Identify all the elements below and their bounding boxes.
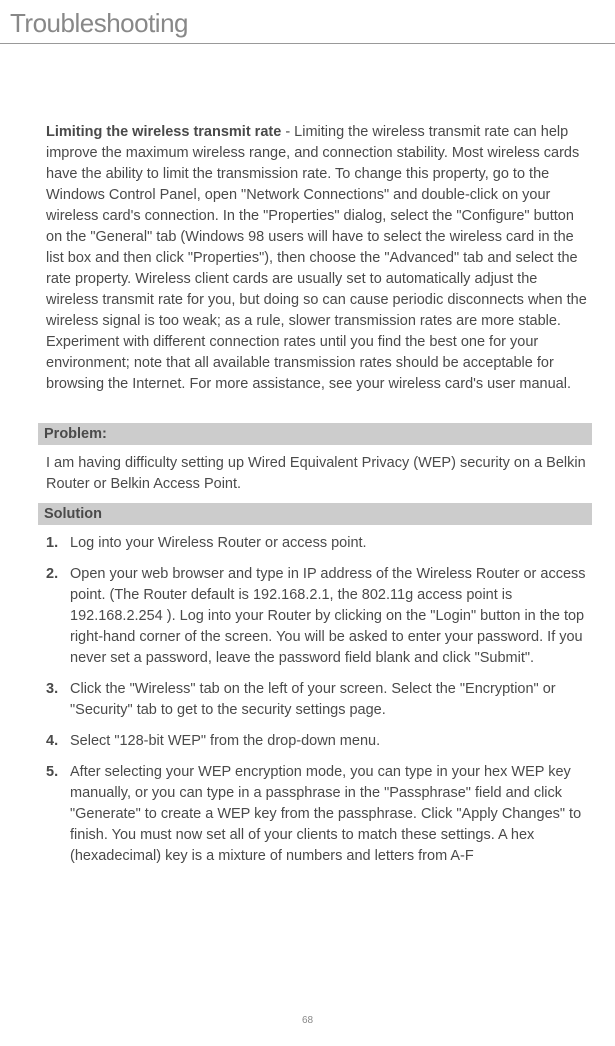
step-number: 2. <box>46 564 70 669</box>
step-text: Open your web browser and type in IP add… <box>70 564 587 669</box>
list-item: 4. Select "128-bit WEP" from the drop-do… <box>46 731 587 752</box>
intro-rest: - Limiting the wireless transmit rate ca… <box>46 124 587 392</box>
solution-steps-list: 1. Log into your Wireless Router or acce… <box>46 533 587 867</box>
solution-header: Solution <box>38 503 592 525</box>
step-text: Select "128-bit WEP" from the drop-down … <box>70 731 587 752</box>
intro-paragraph: Limiting the wireless transmit rate - Li… <box>46 122 587 395</box>
step-number: 1. <box>46 533 70 554</box>
content-area: Limiting the wireless transmit rate - Li… <box>0 44 615 867</box>
step-text: Click the "Wireless" tab on the left of … <box>70 679 587 721</box>
step-number: 5. <box>46 762 70 867</box>
problem-header: Problem: <box>38 423 592 445</box>
step-text: Log into your Wireless Router or access … <box>70 533 587 554</box>
list-item: 1. Log into your Wireless Router or acce… <box>46 533 587 554</box>
step-number: 3. <box>46 679 70 721</box>
step-text: After selecting your WEP encryption mode… <box>70 762 587 867</box>
list-item: 5. After selecting your WEP encryption m… <box>46 762 587 867</box>
page-title: Troubleshooting <box>10 8 615 39</box>
problem-text: I am having difficulty setting up Wired … <box>46 453 587 495</box>
list-item: 3. Click the "Wireless" tab on the left … <box>46 679 587 721</box>
list-item: 2. Open your web browser and type in IP … <box>46 564 587 669</box>
step-number: 4. <box>46 731 70 752</box>
page-number: 68 <box>0 1015 615 1026</box>
intro-bold-lead: Limiting the wireless transmit rate <box>46 124 281 140</box>
